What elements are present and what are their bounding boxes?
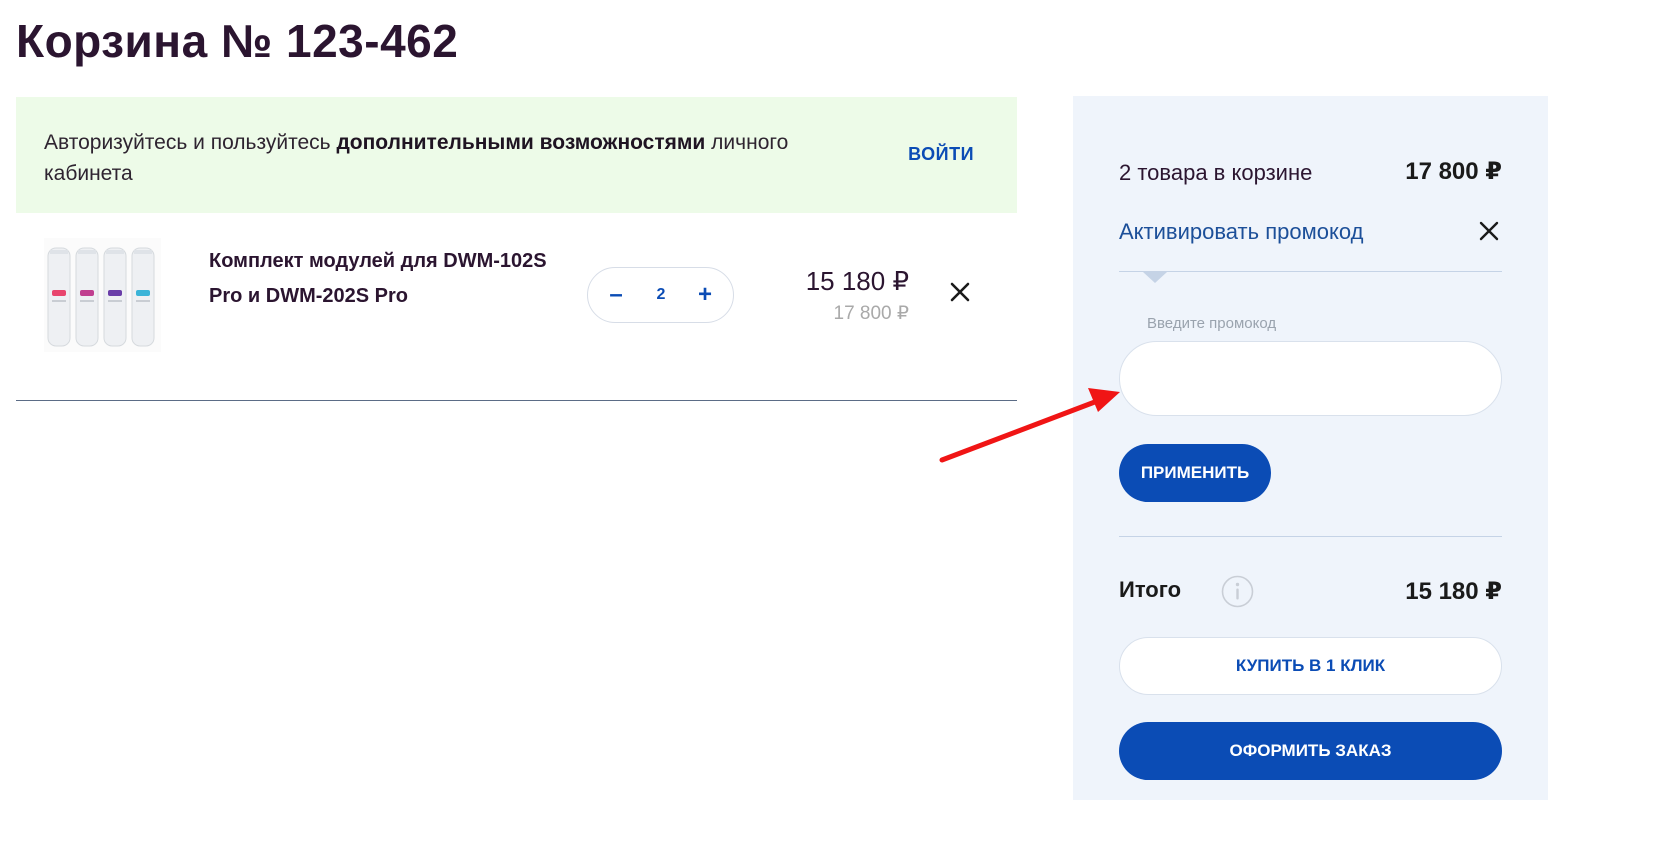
buy-one-click-button[interactable]: КУПИТЬ В 1 КЛИК [1119, 637, 1502, 695]
product-name[interactable]: Комплект модулей для DWM-102S Pro и DWM-… [209, 244, 549, 314]
quantity-stepper: – 2 + [587, 267, 734, 323]
banner-text: Авторизуйтесь и пользуйтесь дополнительн… [44, 127, 874, 189]
increase-button[interactable]: + [691, 281, 719, 309]
banner-text-bold: дополнительными возможностями [336, 131, 706, 154]
promo-divider [1119, 271, 1502, 272]
total-label: Итого [1119, 577, 1182, 602]
checkout-button[interactable]: ОФОРМИТЬ ЗАКАЗ [1119, 722, 1502, 780]
page-title: Корзина № 123-462 [16, 15, 459, 67]
price-old: 17 800 ₽ [833, 303, 909, 324]
decrease-button[interactable]: – [602, 281, 630, 309]
product-image [44, 238, 161, 352]
close-icon[interactable] [948, 280, 972, 304]
items-count: 2 товара в корзине [1119, 160, 1313, 185]
promo-input[interactable] [1119, 341, 1502, 416]
promo-label: Введите промокод [1147, 315, 1277, 332]
cart-item: Комплект модулей для DWM-102S Pro и DWM-… [16, 214, 1017, 401]
quantity-value[interactable]: 2 [643, 286, 679, 304]
apply-button[interactable]: ПРИМЕНИТЬ [1119, 444, 1271, 502]
activate-promo-link[interactable]: Активировать промокод [1119, 219, 1363, 245]
summary-divider [1119, 536, 1502, 537]
price-current: 15 180 ₽ [805, 266, 909, 296]
info-icon[interactable] [1221, 575, 1254, 608]
banner-text-start: Авторизуйтесь и пользуйтесь [44, 131, 337, 154]
order-summary: 2 товара в корзине 17 800 ₽ Активировать… [1073, 96, 1548, 800]
total-value: 15 180 ₽ [1405, 578, 1502, 605]
login-banner: Авторизуйтесь и пользуйтесь дополнительн… [16, 97, 1017, 213]
login-link[interactable]: ВОЙТИ [908, 144, 974, 165]
items-total: 17 800 ₽ [1405, 158, 1502, 185]
promo-caret [1143, 272, 1167, 283]
close-icon[interactable] [1478, 220, 1500, 242]
